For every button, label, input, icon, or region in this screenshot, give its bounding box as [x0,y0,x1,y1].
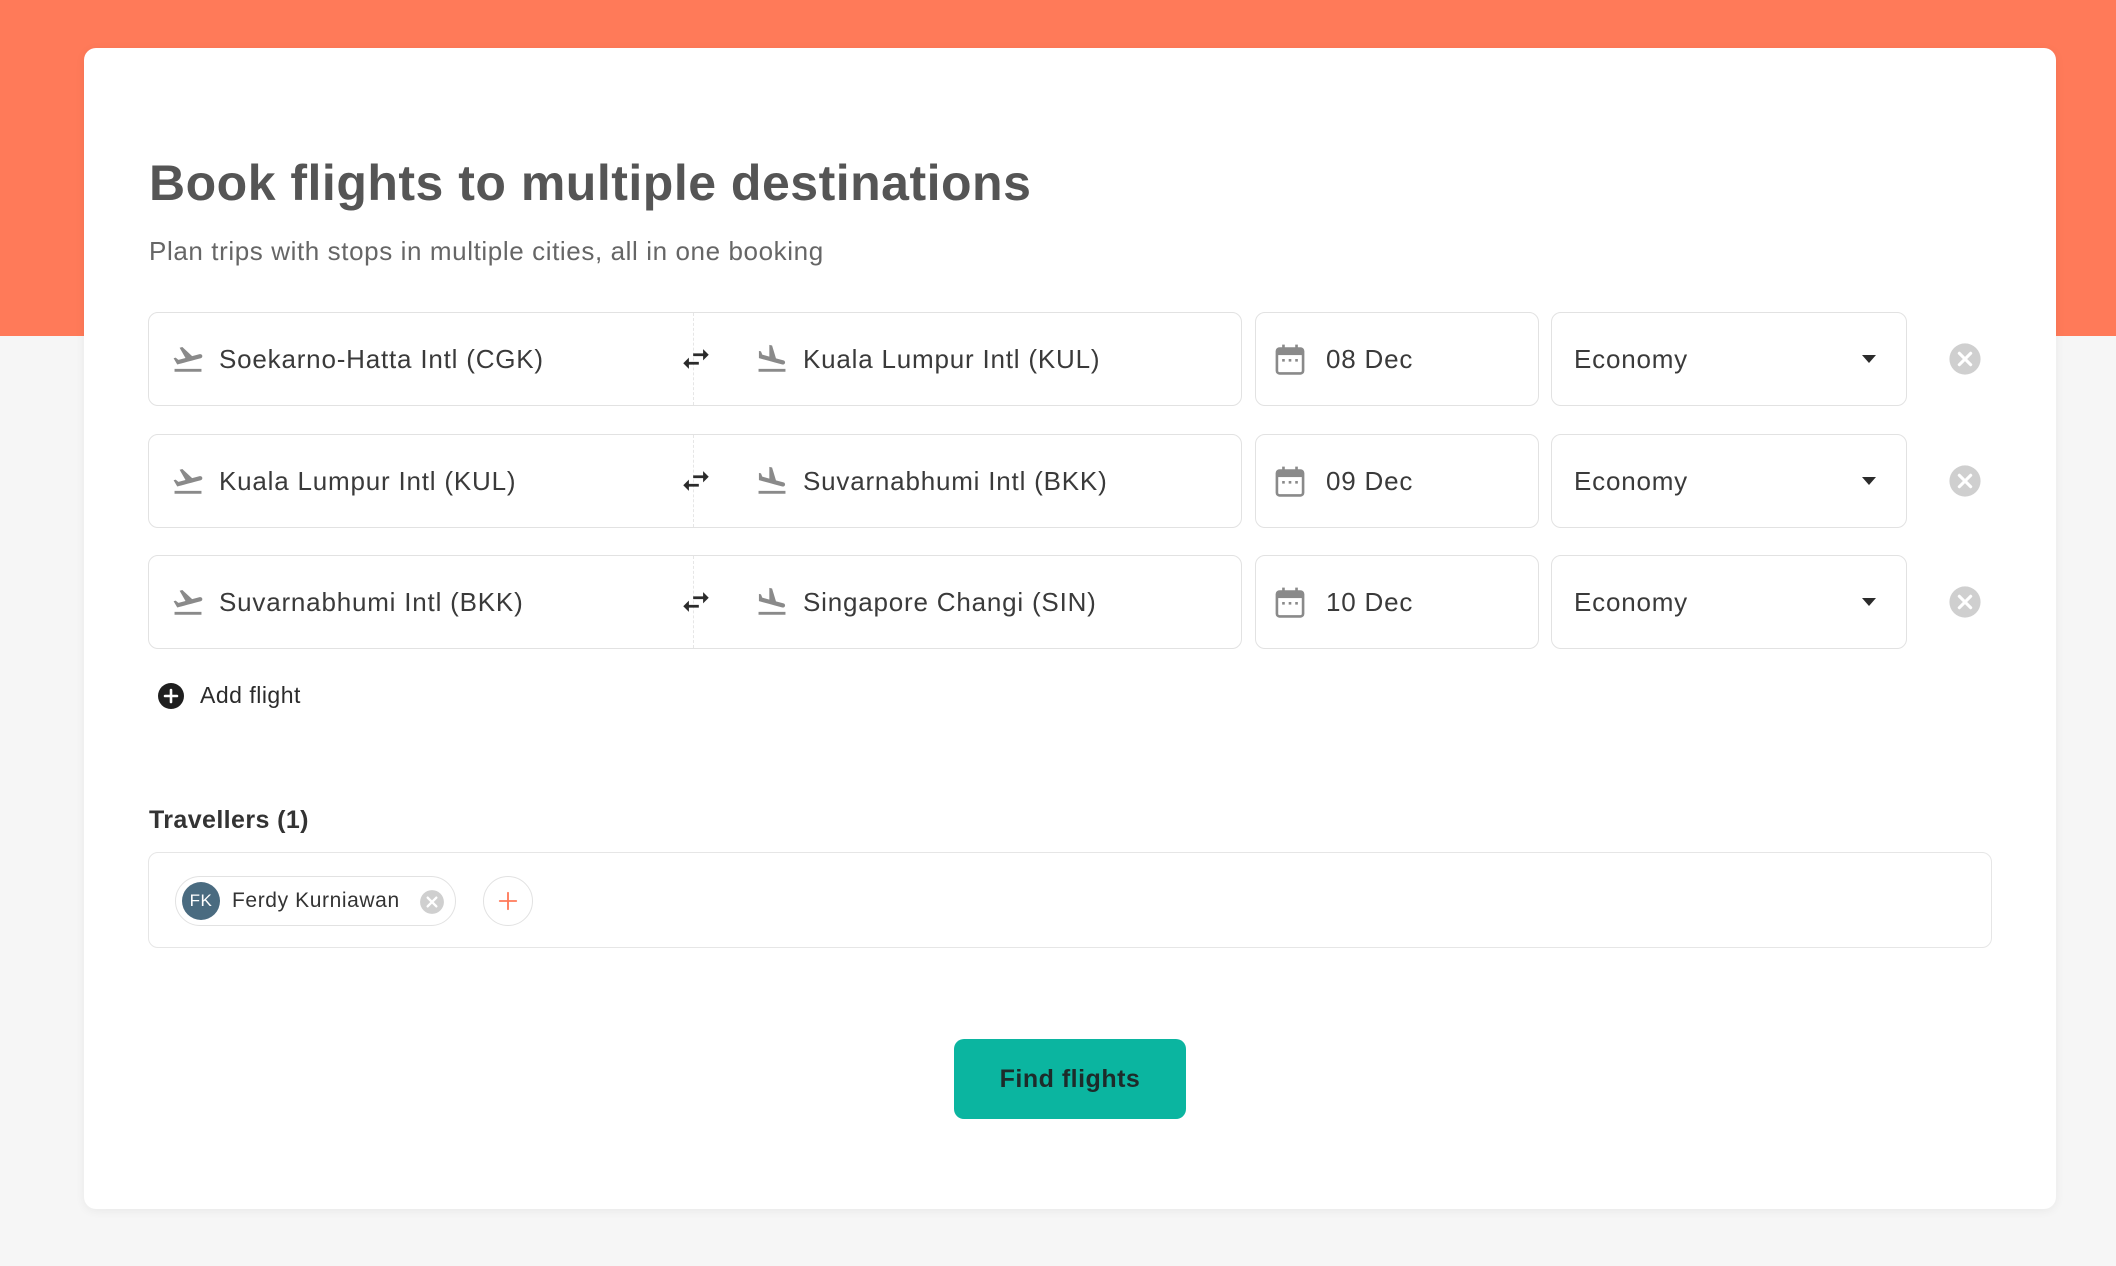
plane-landing-icon [755,464,789,498]
calendar-icon [1274,464,1306,498]
date-value: 09 Dec [1326,465,1414,496]
remove-flight-icon[interactable] [1948,585,1982,619]
cabin-class-select[interactable]: Economy [1551,434,1907,528]
destination-airport: Singapore Changi (SIN) [803,586,1097,617]
add-traveller-button[interactable] [483,876,533,926]
origin-field[interactable]: Suvarnabhumi Intl (BKK) [171,556,524,648]
add-flight-button[interactable]: Add flight [158,682,301,709]
caret-down-icon [1860,475,1878,487]
caret-down-icon [1860,353,1878,365]
remove-flight-icon[interactable] [1948,342,1982,376]
caret-down-icon [1860,596,1878,608]
remove-traveller-icon[interactable] [419,889,445,915]
date-value: 10 Dec [1326,586,1414,617]
destination-airport: Suvarnabhumi Intl (BKK) [803,465,1108,496]
flight-row: Suvarnabhumi Intl (BKK) Singapore Changi… [148,555,1988,649]
flight-row: Soekarno-Hatta Intl (CGK) Kuala Lumpur I… [148,312,1988,406]
page-title: Book flights to multiple destinations [149,155,1032,211]
plus-icon [498,891,518,911]
travellers-field: FK Ferdy Kurniawan [148,852,1992,948]
booking-card: Book flights to multiple destinations Pl… [84,48,2056,1209]
route-field: Suvarnabhumi Intl (BKK) Singapore Changi… [148,555,1242,649]
cabin-class-select[interactable]: Economy [1551,312,1907,406]
origin-airport: Soekarno-Hatta Intl (CGK) [219,343,544,374]
page-subtitle: Plan trips with stops in multiple cities… [149,236,824,266]
find-flights-button[interactable]: Find flights [954,1039,1186,1119]
plane-takeoff-icon [171,585,205,619]
origin-airport: Kuala Lumpur Intl (KUL) [219,465,517,496]
add-flight-label: Add flight [200,682,301,708]
cabin-class-value: Economy [1574,465,1688,496]
route-field: Soekarno-Hatta Intl (CGK) Kuala Lumpur I… [148,312,1242,406]
avatar: FK [182,882,220,920]
cabin-class-value: Economy [1574,586,1688,617]
travellers-title: Travellers (1) [149,806,309,834]
date-value: 08 Dec [1326,343,1414,374]
cabin-class-select[interactable]: Economy [1551,555,1907,649]
swap-arrows-icon[interactable] [679,342,713,376]
plane-takeoff-icon [171,464,205,498]
traveller-name: Ferdy Kurniawan [232,889,400,912]
origin-airport: Suvarnabhumi Intl (BKK) [219,586,524,617]
flight-row: Kuala Lumpur Intl (KUL) Suvarnabhumi Int… [148,434,1988,528]
calendar-icon [1274,585,1306,619]
date-field[interactable]: 10 Dec [1255,555,1539,649]
date-field[interactable]: 08 Dec [1255,312,1539,406]
destination-field[interactable]: Kuala Lumpur Intl (KUL) [755,313,1100,405]
destination-airport: Kuala Lumpur Intl (KUL) [803,343,1101,374]
plane-takeoff-icon [171,342,205,376]
cabin-class-value: Economy [1574,343,1688,374]
plane-landing-icon [755,585,789,619]
traveller-chip[interactable]: FK Ferdy Kurniawan [175,876,456,926]
route-field: Kuala Lumpur Intl (KUL) Suvarnabhumi Int… [148,434,1242,528]
swap-arrows-icon[interactable] [679,464,713,498]
date-field[interactable]: 09 Dec [1255,434,1539,528]
remove-flight-icon[interactable] [1948,464,1982,498]
origin-field[interactable]: Soekarno-Hatta Intl (CGK) [171,313,544,405]
origin-field[interactable]: Kuala Lumpur Intl (KUL) [171,435,516,527]
swap-arrows-icon[interactable] [679,585,713,619]
plane-landing-icon [755,342,789,376]
calendar-icon [1274,342,1306,376]
plus-circle-icon [158,682,184,709]
destination-field[interactable]: Singapore Changi (SIN) [755,556,1097,648]
destination-field[interactable]: Suvarnabhumi Intl (BKK) [755,435,1108,527]
